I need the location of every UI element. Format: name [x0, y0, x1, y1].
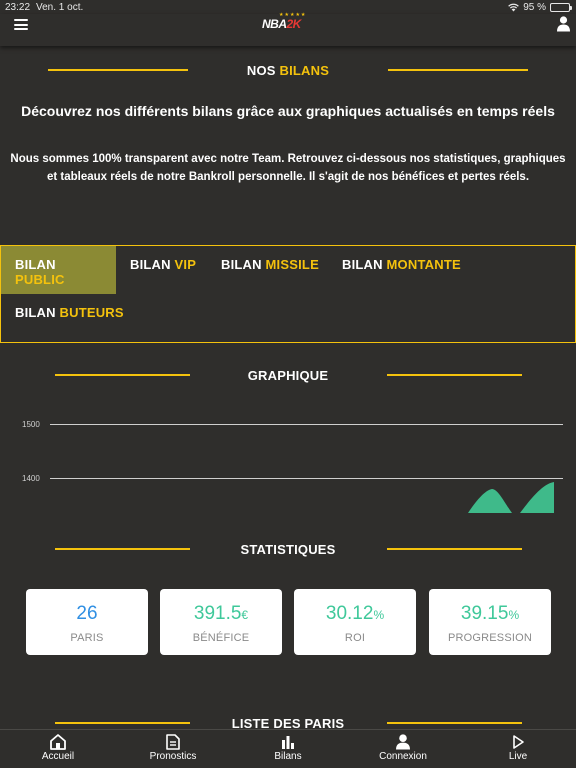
- tab-bilan-public[interactable]: BILAN PUBLIC: [1, 246, 116, 294]
- tab-label: BUTEURS: [59, 305, 124, 320]
- bilans-heading: Découvrez nos différents bilans grâce au…: [21, 103, 555, 119]
- graph-title: GRAPHIQUE: [247, 368, 329, 383]
- stat-value: 30.12: [325, 603, 374, 624]
- tab-prefix: BILAN: [342, 257, 383, 272]
- wifi-icon: [508, 3, 520, 12]
- stat-unit: €: [241, 608, 249, 622]
- tab-bilan-vip[interactable]: BILAN VIP: [116, 246, 210, 294]
- y-tick-label: 1500: [22, 420, 40, 429]
- play-icon: [513, 735, 524, 749]
- hamburger-menu-icon[interactable]: [14, 19, 28, 30]
- nav-label: Pronostics: [149, 751, 197, 762]
- user-icon: [396, 734, 410, 750]
- battery-percent: 95 %: [523, 2, 546, 13]
- nav-bilans[interactable]: Bilans: [248, 734, 328, 762]
- y-tick-label: 1400: [22, 474, 40, 483]
- tab-label: MONTANTE: [386, 257, 461, 272]
- nav-label: Bilans: [274, 751, 302, 762]
- tab-label: MISSILE: [265, 257, 319, 272]
- stat-unit: %: [508, 608, 520, 622]
- nba2k-logo[interactable]: ★★★★★ NBA2K: [262, 12, 318, 34]
- stat-card-progression: 39.15% PROGRESSION: [429, 589, 551, 655]
- stats-title: STATISTIQUES: [240, 542, 336, 557]
- stats-cards: 26 PARIS 391.5€ BÉNÉFICE 30.12% ROI 39.1…: [26, 589, 551, 655]
- app-header: ★★★★★ NBA2K: [0, 12, 576, 46]
- stat-card-benefice: 391.5€ BÉNÉFICE: [160, 589, 282, 655]
- tab-prefix: BILAN: [130, 257, 171, 272]
- status-date: Ven. 1 oct.: [36, 2, 84, 13]
- bilans-title-yellow: BILANS: [279, 63, 330, 78]
- gridline: [50, 424, 563, 425]
- stat-value: 26: [76, 603, 98, 624]
- logo-text-white: NBA: [262, 17, 287, 31]
- tab-label: VIP: [174, 257, 197, 272]
- nav-pronostics[interactable]: Pronostics: [133, 734, 213, 762]
- bilans-title: NOS BILANS: [0, 62, 576, 80]
- bilans-description: Nous sommes 100% transparent avec notre …: [10, 153, 566, 183]
- tab-prefix: BILAN: [15, 257, 56, 272]
- document-icon: [166, 734, 180, 750]
- bilan-tabs: BILAN PUBLIC BILAN VIP BILAN MISSILE BIL…: [0, 245, 576, 343]
- tab-bilan-missile[interactable]: BILAN MISSILE: [207, 246, 333, 294]
- logo-text-red: 2K: [286, 17, 302, 31]
- home-icon: [50, 734, 66, 750]
- stat-label: BÉNÉFICE: [192, 632, 250, 644]
- tab-bilan-buteurs[interactable]: BILAN BUTEURS: [1, 294, 138, 342]
- battery-icon: [550, 3, 572, 12]
- nav-connexion[interactable]: Connexion: [363, 734, 443, 762]
- bankroll-graph: 1500 1400: [0, 400, 576, 520]
- nav-live[interactable]: Live: [478, 734, 558, 762]
- nav-label: Accueil: [41, 751, 75, 762]
- nav-label: Connexion: [379, 751, 427, 762]
- stat-card-paris: 26 PARIS: [26, 589, 148, 655]
- bar-chart-icon: [282, 736, 294, 749]
- bilans-title-white: NOS: [246, 63, 276, 78]
- stat-label: ROI: [344, 632, 366, 644]
- user-icon[interactable]: [557, 16, 570, 32]
- stat-card-roi: 30.12% ROI: [294, 589, 416, 655]
- stat-label: PROGRESSION: [447, 632, 533, 644]
- stat-label: PARIS: [70, 632, 104, 644]
- graph-area-series: [468, 482, 554, 513]
- bottom-nav: Accueil Pronostics Bilans Connexion Live: [0, 729, 576, 768]
- stat-value: 39.15: [460, 603, 509, 624]
- tab-bilan-montante[interactable]: BILAN MONTANTE: [328, 246, 475, 294]
- status-time: 23:22: [5, 2, 31, 13]
- nav-label: Live: [508, 751, 528, 762]
- tab-prefix: BILAN: [15, 305, 56, 320]
- stat-unit: %: [373, 608, 385, 622]
- tab-label: PUBLIC: [15, 272, 65, 287]
- tab-prefix: BILAN: [221, 257, 262, 272]
- stat-value: 391.5: [193, 603, 242, 624]
- nav-accueil[interactable]: Accueil: [18, 734, 98, 762]
